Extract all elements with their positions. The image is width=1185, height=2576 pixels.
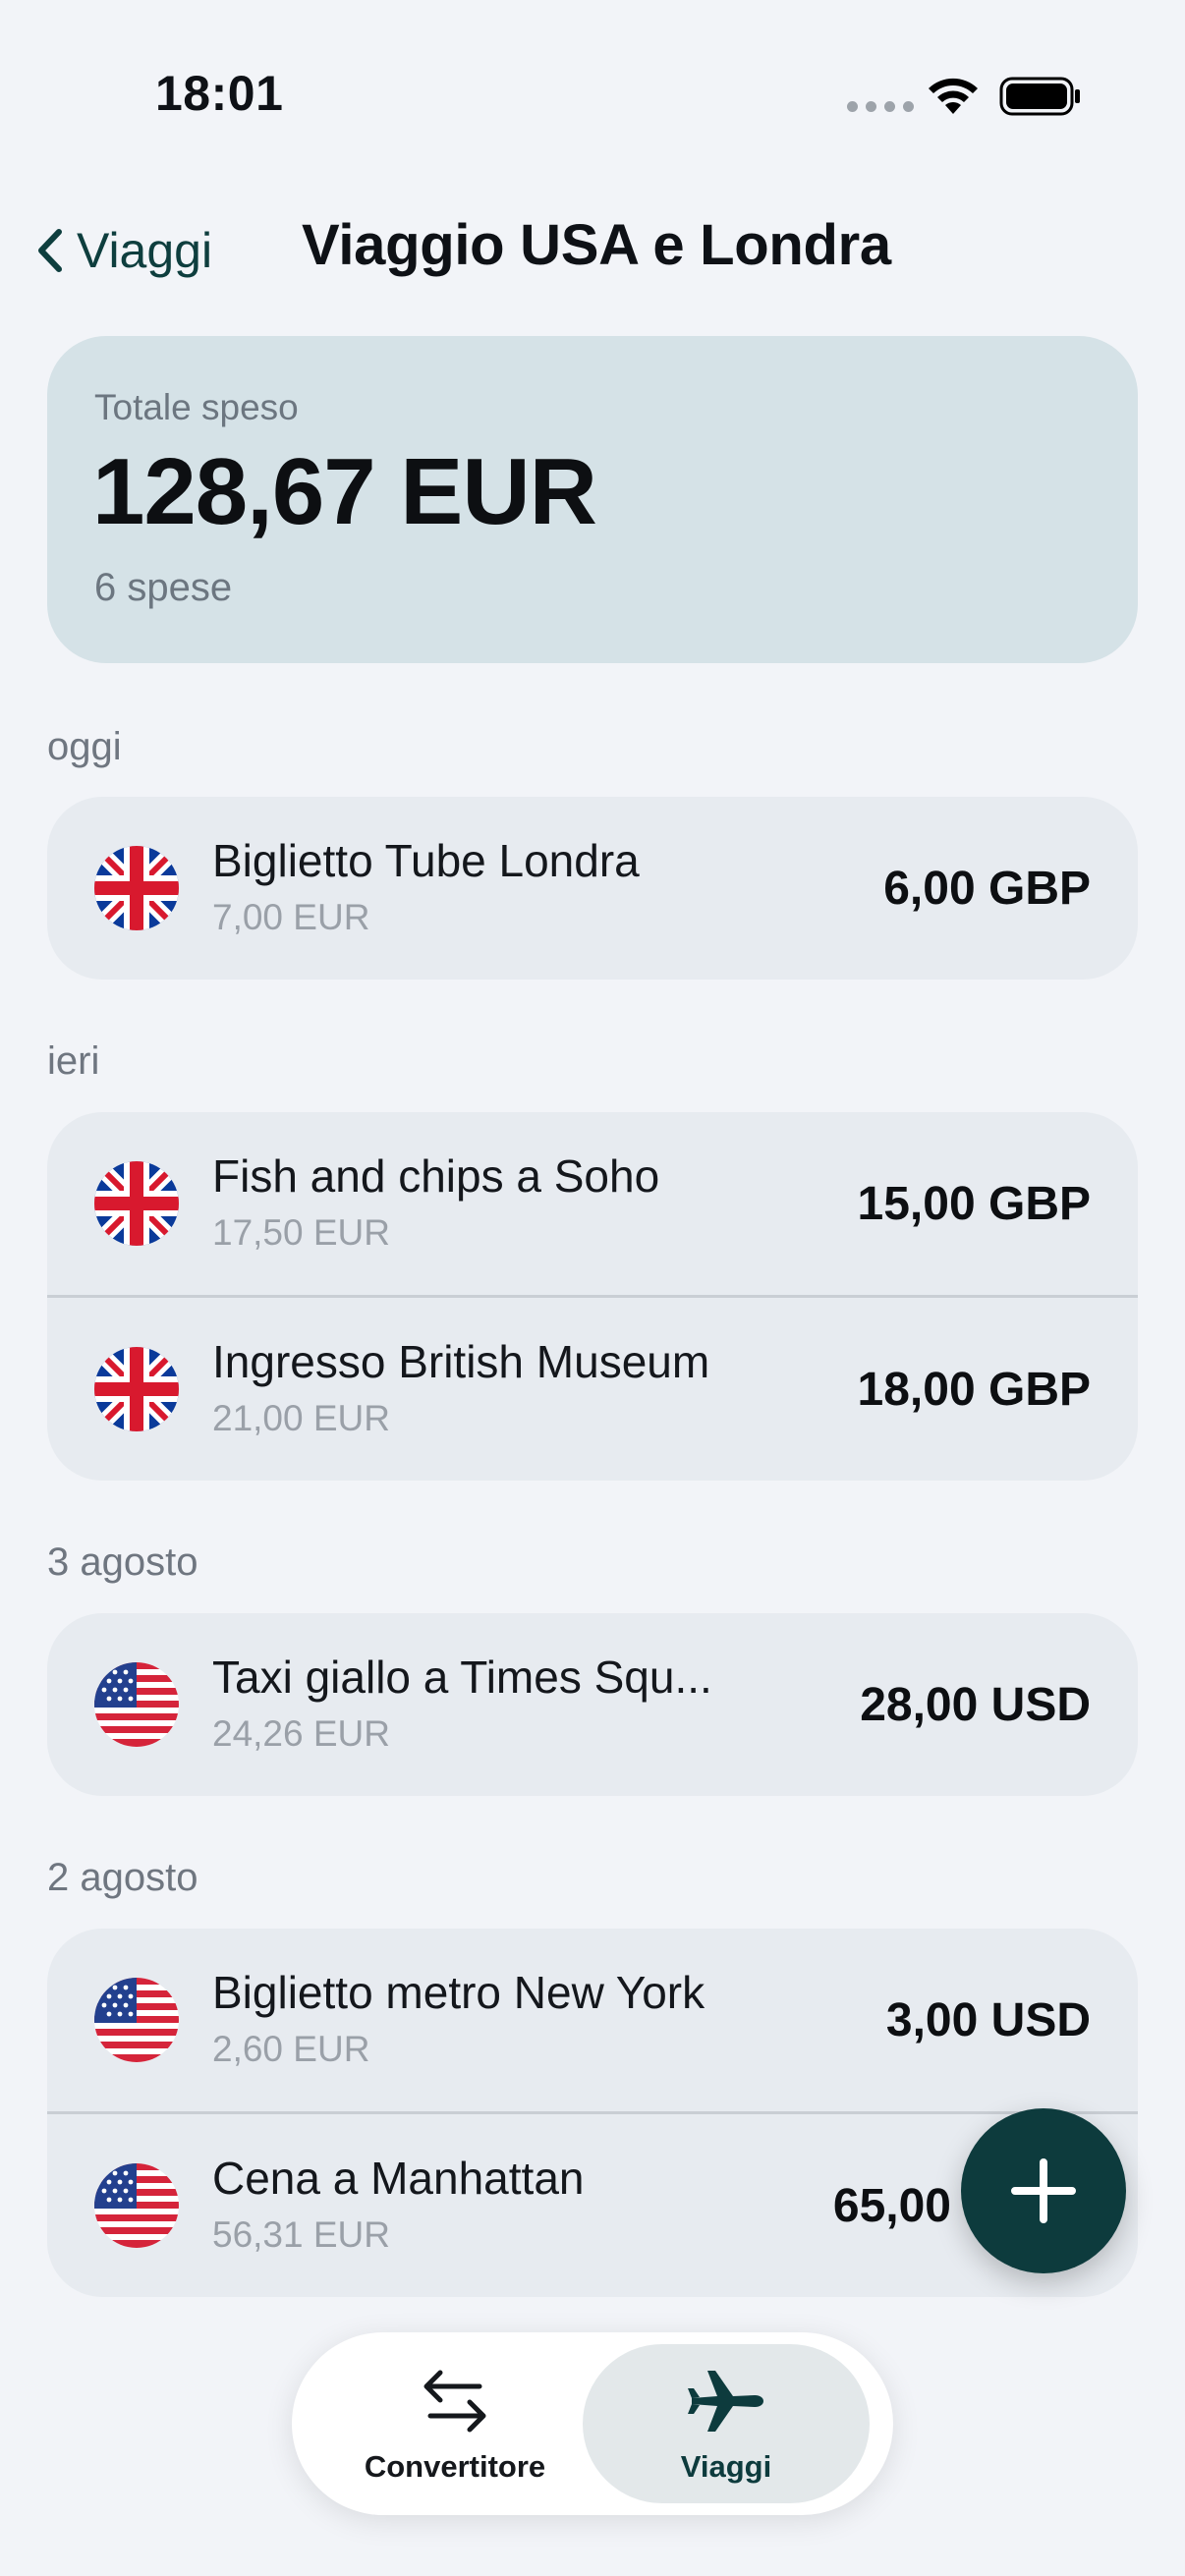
total-summary-card: Totale speso 128,67 EUR 6 spese: [47, 336, 1138, 663]
us-flag-icon: [94, 1662, 179, 1747]
expense-name: Biglietto metro New York: [212, 1967, 705, 2018]
add-expense-button[interactable]: [961, 2108, 1126, 2273]
expense-row[interactable]: Taxi giallo a Times Squ... 24,26 EUR 28,…: [47, 1613, 1138, 1796]
chevron-left-icon: [38, 229, 62, 272]
expense-row[interactable]: Ingresso British Museum 21,00 EUR 18,00 …: [47, 1295, 1138, 1481]
expense-group-card: Biglietto Tube Londra 7,00 EUR 6,00 GBP: [47, 797, 1138, 980]
section-label-ieri: ieri: [47, 1039, 100, 1083]
expense-group-card: Taxi giallo a Times Squ... 24,26 EUR 28,…: [47, 1613, 1138, 1796]
expense-group-card: Fish and chips a Soho 17,50 EUR 15,00 GB…: [47, 1112, 1138, 1481]
status-time: 18:01: [155, 66, 284, 121]
summary-count: 6 spese: [94, 566, 233, 609]
expense-converted: 2,60 EUR: [212, 2029, 370, 2069]
us-flag-icon: [94, 1978, 179, 2062]
expense-amount: 28,00 USD: [860, 1679, 1091, 1731]
tab-bar: Convertitore Viaggi: [292, 2332, 893, 2515]
expense-converted: 17,50 EUR: [212, 1212, 390, 1253]
us-flag-icon: [94, 2163, 179, 2248]
battery-icon: [999, 77, 1080, 116]
expense-converted: 24,26 EUR: [212, 1713, 390, 1754]
back-label: Viaggi: [77, 223, 213, 278]
expense-name: Cena a Manhattan: [212, 2153, 585, 2204]
section-label-oggi: oggi: [47, 725, 122, 768]
wifi-icon: [929, 78, 978, 114]
summary-amount: 128,67 EUR: [92, 439, 597, 544]
summary-label: Totale speso: [94, 387, 299, 427]
tab-label: Viaggi: [680, 2449, 772, 2484]
expense-name: Biglietto Tube Londra: [212, 835, 640, 886]
expense-name: Ingresso British Museum: [212, 1336, 710, 1387]
expense-name: Fish and chips a Soho: [212, 1150, 660, 1202]
section-label-3-agosto: 3 agosto: [47, 1540, 198, 1584]
expense-converted: 21,00 EUR: [212, 1398, 390, 1438]
expense-converted: 7,00 EUR: [212, 897, 370, 937]
uk-flag-icon: [94, 1347, 179, 1431]
airplane-icon: [688, 2371, 763, 2432]
arrows-left-right-icon: [423, 2370, 486, 2433]
tab-label: Convertitore: [364, 2449, 546, 2484]
tab-convertitore[interactable]: Convertitore: [311, 2344, 598, 2503]
expense-amount: 6,00 GBP: [883, 863, 1091, 915]
back-button[interactable]: Viaggi: [35, 216, 212, 285]
plus-icon: [1011, 2158, 1076, 2223]
expense-converted: 56,31 EUR: [212, 2214, 390, 2255]
uk-flag-icon: [94, 1161, 179, 1246]
expense-amount: 65,00: [832, 2180, 951, 2232]
expense-amount: 18,00 GBP: [857, 1364, 1091, 1416]
expense-row[interactable]: Fish and chips a Soho 17,50 EUR 15,00 GB…: [47, 1112, 1138, 1295]
expense-row[interactable]: Biglietto metro New York 2,60 EUR 3,00 U…: [47, 1929, 1138, 2111]
tab-viaggi[interactable]: Viaggi: [583, 2344, 870, 2503]
expense-name: Taxi giallo a Times Squ...: [212, 1652, 712, 1703]
cellular-signal-icon: [847, 101, 914, 112]
expense-group-card: Biglietto metro New York 2,60 EUR 3,00 U…: [47, 1929, 1138, 2297]
page-title: Viaggio USA e Londra: [302, 213, 891, 277]
section-label-2-agosto: 2 agosto: [47, 1856, 198, 1899]
uk-flag-icon: [94, 846, 179, 930]
expense-amount: 15,00 GBP: [857, 1178, 1091, 1230]
expense-row[interactable]: Biglietto Tube Londra 7,00 EUR 6,00 GBP: [47, 797, 1138, 980]
expense-amount: 3,00 USD: [885, 1994, 1091, 2046]
